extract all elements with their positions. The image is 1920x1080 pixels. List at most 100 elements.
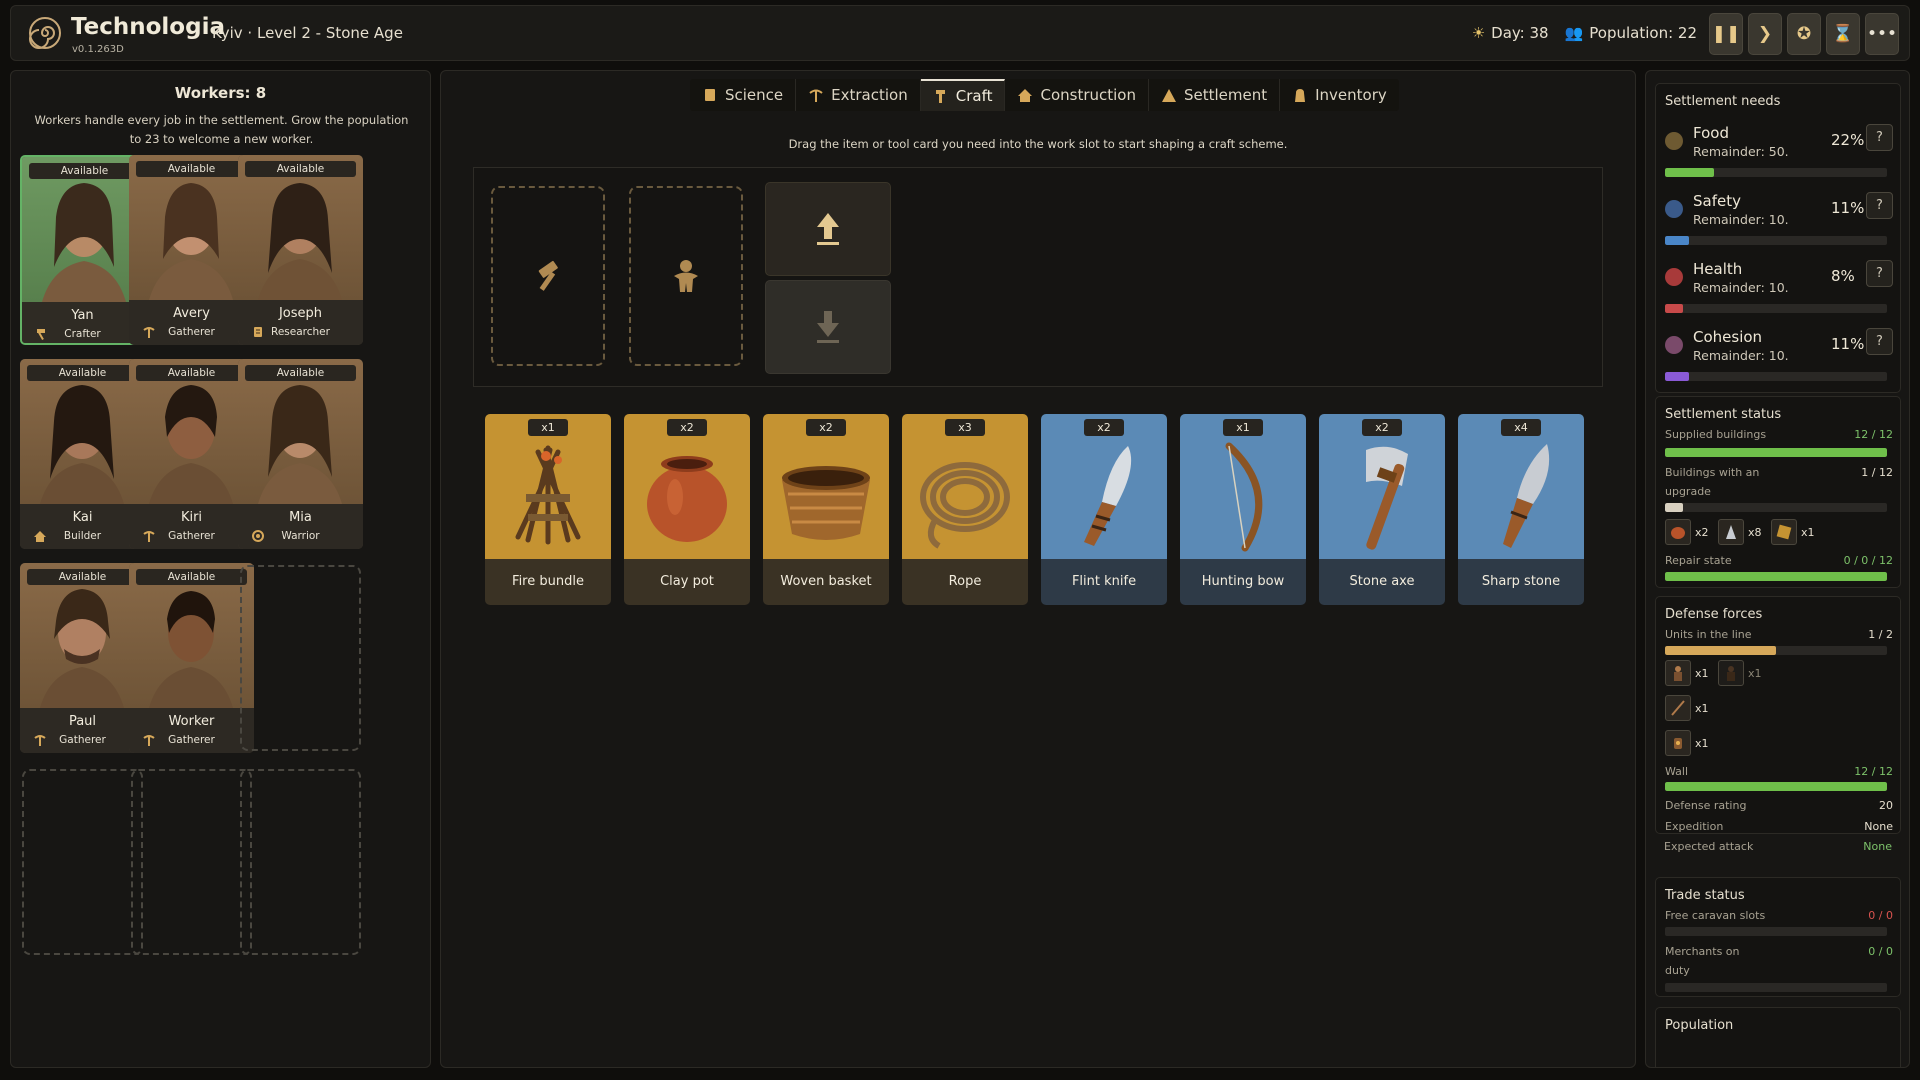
item-name: Rope	[902, 559, 1028, 605]
worker-role: Gatherer	[59, 734, 106, 746]
need-percent: 11%	[1831, 199, 1865, 217]
app-version: v0.1.263D	[72, 44, 124, 55]
worker-card[interactable]: Available Avery Gatherer	[129, 155, 254, 345]
item-name: Clay pot	[624, 559, 750, 605]
tab-settlement[interactable]: Settlement	[1149, 79, 1281, 111]
warrior-icon	[1665, 660, 1691, 686]
item-quantity-badge: x1	[1223, 419, 1263, 436]
worker-slot[interactable]	[629, 186, 743, 366]
rating-row: Defense rating 20	[1665, 799, 1893, 812]
warrior-shadow-icon	[1718, 660, 1744, 686]
wall-label: Wall	[1665, 765, 1689, 778]
help-button[interactable]: ?	[1866, 192, 1893, 219]
achievements-button[interactable]: ✪	[1787, 13, 1821, 55]
hut-icon	[1018, 89, 1033, 102]
resource-qty: x2	[1695, 526, 1709, 539]
item-card-woven-basket[interactable]: x2 Woven basket	[763, 414, 889, 605]
item-name: Stone axe	[1319, 559, 1445, 605]
item-card-clay-pot[interactable]: x2 Clay pot	[624, 414, 750, 605]
tab-extraction[interactable]: Extraction	[796, 79, 921, 111]
rope-icon	[920, 462, 1010, 549]
attack-value: None	[1863, 840, 1892, 853]
wall-bar	[1665, 782, 1887, 791]
tab-label: Extraction	[831, 86, 908, 104]
worker-card[interactable]: Available Paul Gatherer	[20, 563, 145, 753]
worker-card[interactable]: Available Worker Gatherer	[129, 563, 254, 753]
next-turn-button[interactable]: ❯	[1748, 13, 1782, 55]
time-button[interactable]: ⌛	[1826, 13, 1860, 55]
caravan-bar	[1665, 927, 1887, 936]
item-card-stone-axe[interactable]: x2 Stone axe	[1319, 414, 1445, 605]
tab-label: Settlement	[1183, 86, 1268, 104]
unit-qty: x1	[1695, 737, 1709, 750]
item-quantity-badge: x4	[1501, 419, 1541, 436]
worker-card[interactable]: Available Yan Crafter	[20, 155, 145, 345]
empty-worker-slot	[240, 565, 361, 751]
worker-card[interactable]: Available Joseph Researcher	[238, 155, 363, 345]
chevron-right-icon: ❯	[1757, 24, 1773, 44]
item-card-sharp-stone[interactable]: x4 Sharp stone	[1458, 414, 1584, 605]
population-label: Population: 22	[1589, 24, 1697, 42]
worker-status-badge: Available	[245, 161, 356, 177]
move-down-button[interactable]	[765, 280, 891, 374]
caravan-label: Free caravan slots	[1665, 909, 1766, 922]
worker-status-badge: Available	[27, 569, 138, 585]
population-box: Population	[1655, 1007, 1901, 1067]
need-safety: Safety Remainder: 10. 11% ?	[1665, 192, 1893, 252]
need-remainder: Remainder: 10.	[1693, 212, 1789, 227]
expedition-row: Expedition None	[1665, 820, 1893, 833]
location-label: Kyiv · Level 2 - Stone Age	[212, 24, 403, 42]
help-button[interactable]: ?	[1866, 124, 1893, 151]
tab-construction[interactable]: Construction	[1005, 79, 1149, 111]
worker-card[interactable]: Available Kai Builder	[20, 359, 145, 549]
move-up-button[interactable]	[765, 182, 891, 276]
worker-status-badge: Available	[245, 365, 356, 381]
clay-pot-icon	[1665, 519, 1691, 545]
worker-card[interactable]: Available Mia Warrior	[238, 359, 363, 549]
need-name: Safety	[1693, 192, 1741, 210]
need-cohesion: Cohesion Remainder: 10. 11% ?	[1665, 328, 1893, 388]
tool-slot[interactable]	[491, 186, 605, 366]
pause-icon: ❚❚	[1711, 24, 1741, 44]
repair-row: Repair state 0 / 0 / 12	[1665, 554, 1893, 567]
item-card-hunting-bow[interactable]: x1 Hunting bow	[1180, 414, 1306, 605]
worker-status-badge: Available	[136, 365, 247, 381]
more-button[interactable]: •••	[1865, 13, 1899, 55]
defense-title: Defense forces	[1665, 607, 1763, 622]
expedition-label: Expedition	[1665, 820, 1724, 833]
item-card-rope[interactable]: x3 Rope	[902, 414, 1028, 605]
tab-inventory[interactable]: Inventory	[1280, 79, 1399, 111]
item-name: Fire bundle	[485, 559, 611, 605]
hammer-icon	[538, 260, 558, 291]
repair-value: 0 / 0 / 12	[1843, 554, 1893, 567]
stone-icon	[1718, 519, 1744, 545]
expedition-value: None	[1864, 820, 1893, 833]
tab-science[interactable]: Science	[690, 79, 797, 111]
units-value: 1 / 2	[1868, 628, 1893, 641]
supplied-label: Supplied buildings	[1665, 428, 1767, 441]
people-icon: 👥	[1564, 24, 1584, 42]
wall-row: Wall 12 / 12	[1665, 765, 1893, 778]
worker-status-badge: Available	[27, 365, 138, 381]
wall-value: 12 / 12	[1854, 765, 1893, 778]
pause-button[interactable]: ❚❚	[1709, 13, 1743, 55]
worker-card[interactable]: Available Kiri Gatherer	[129, 359, 254, 549]
need-bar-fill	[1665, 236, 1690, 245]
sun-icon: ☀	[1471, 24, 1486, 42]
tab-label: Craft	[955, 87, 993, 105]
item-card-flint-knife[interactable]: x2 Flint knife	[1041, 414, 1167, 605]
help-button[interactable]: ?	[1866, 260, 1893, 287]
tent-icon	[1161, 89, 1176, 102]
worker-role: Warrior	[281, 530, 320, 542]
item-quantity-badge: x2	[1084, 419, 1124, 436]
axe-icon	[1366, 446, 1408, 550]
repair-label: Repair state	[1665, 554, 1732, 567]
need-food: Food Remainder: 50. 22% ?	[1665, 124, 1893, 184]
attack-row: Expected attack None	[1664, 840, 1892, 853]
scroll-icon	[705, 89, 715, 101]
help-button[interactable]: ?	[1866, 328, 1893, 355]
item-card-fire-bundle[interactable]: x1 Fire bundle	[485, 414, 611, 605]
trade-status-box: Trade status Free caravan slots 0 / 0 Me…	[1655, 877, 1901, 997]
tab-craft[interactable]: Craft	[920, 79, 1006, 111]
units-row: Units in the line 1 / 2	[1665, 628, 1893, 641]
